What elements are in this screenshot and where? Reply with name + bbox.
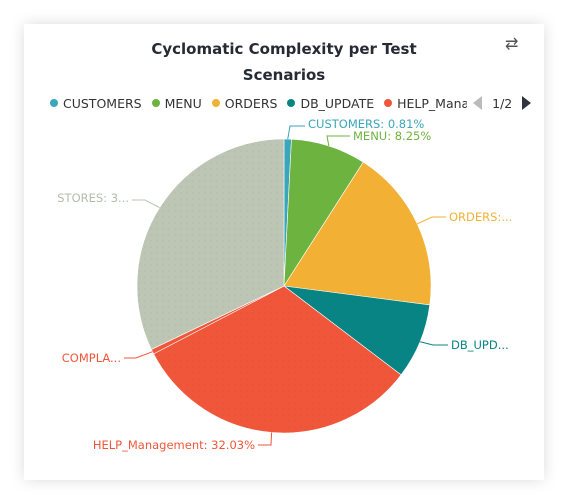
leader-line [132,199,160,209]
data-label-help-management: HELP_Management: 32.03% [93,438,255,452]
leader-line [419,341,448,346]
data-label-complaints: COMPLA... [62,351,121,365]
data-label-db-update: DB_UPD... [451,338,509,352]
leader-line [326,135,350,147]
data-label-orders: ORDERS:... [449,210,512,224]
leader-line [287,125,305,140]
data-label-menu: MENU: 8.25% [353,129,431,143]
leader-line [124,351,153,359]
leader-line [258,432,273,446]
data-label-stores: STORES: 3... [57,191,129,205]
leader-line [417,216,446,225]
pie-chart: CUSTOMERS: 0.81%MENU: 8.25%ORDERS:...DB_… [57,117,512,452]
